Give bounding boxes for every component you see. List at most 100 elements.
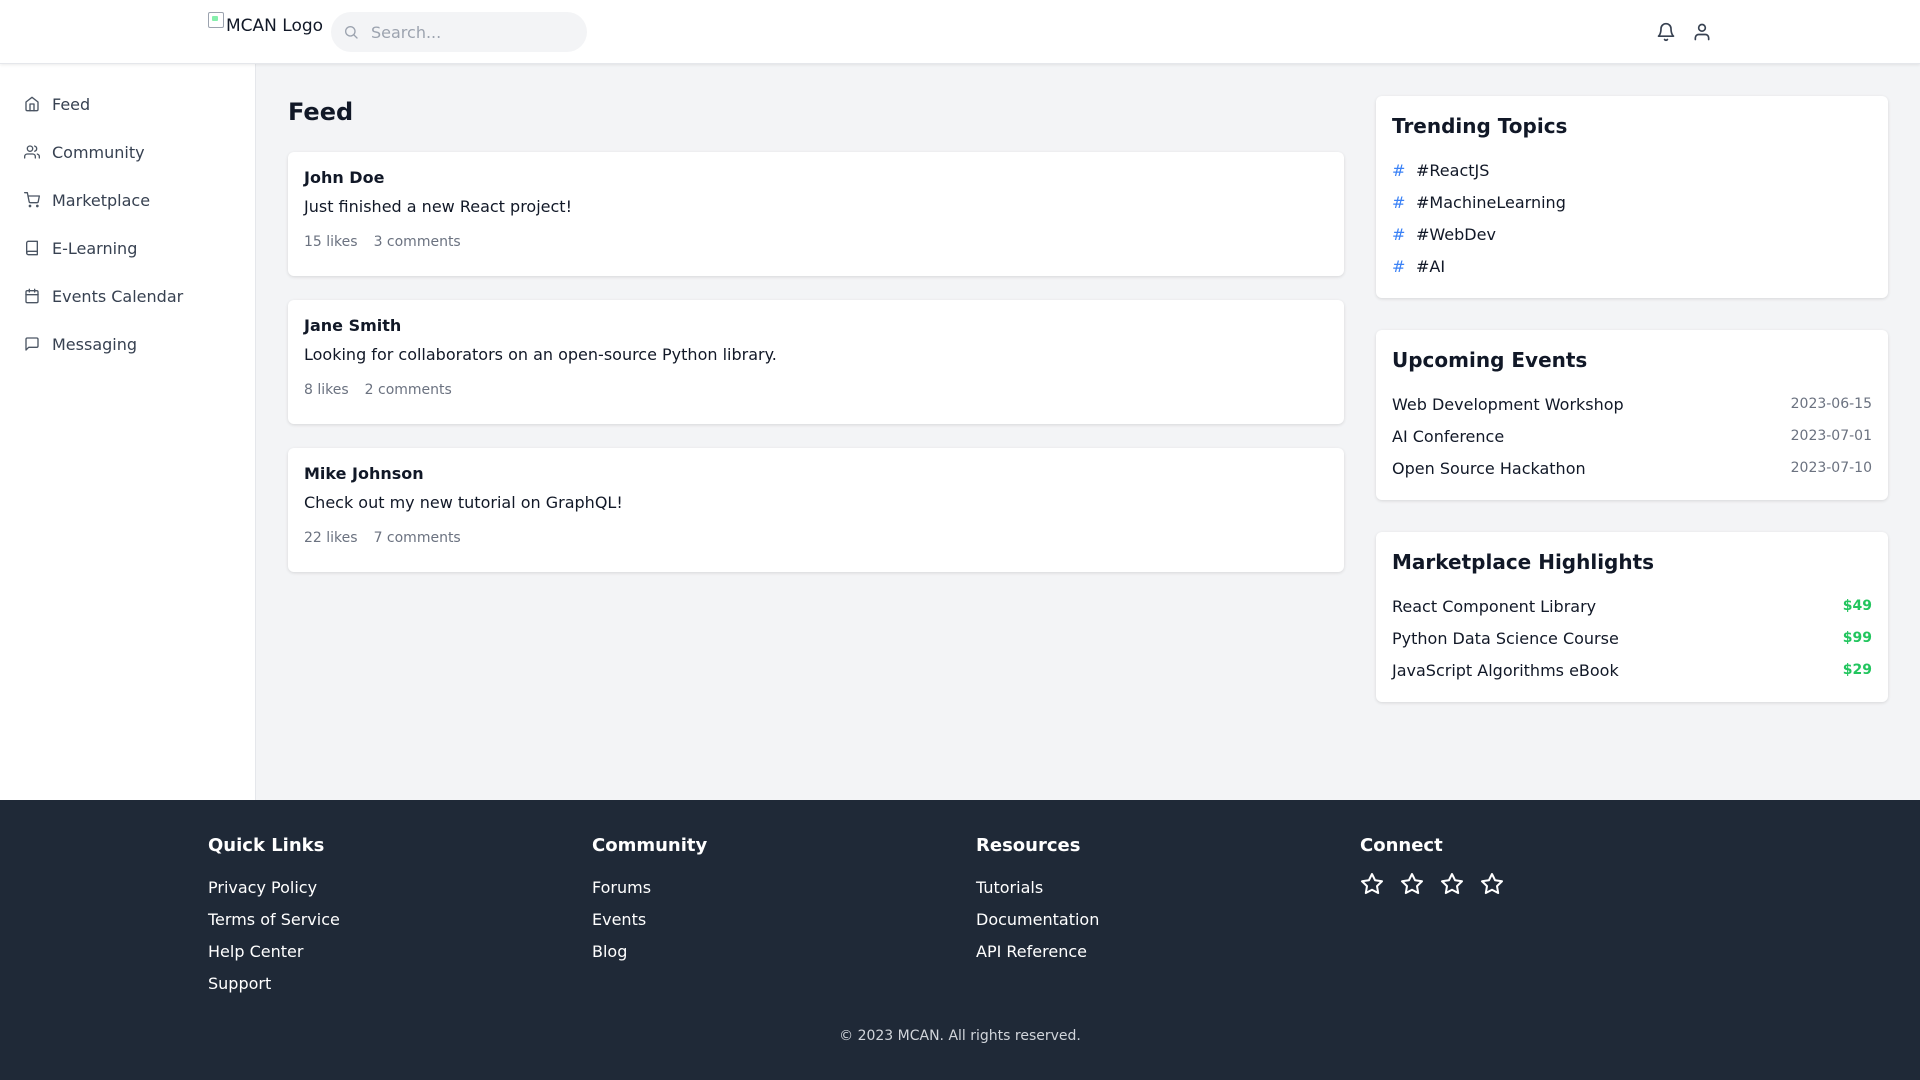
product-name: Python Data Science Course bbox=[1392, 628, 1619, 648]
product-price: $99 bbox=[1842, 630, 1872, 646]
search-bar[interactable] bbox=[331, 12, 587, 52]
post-card[interactable]: Mike Johnson Check out my new tutorial o… bbox=[288, 448, 1344, 572]
sidebar-item-marketplace[interactable]: Marketplace bbox=[0, 176, 255, 224]
star-icon[interactable] bbox=[1400, 872, 1424, 896]
post-text: Just finished a new React project! bbox=[304, 197, 572, 216]
cart-icon bbox=[24, 192, 40, 208]
post-card[interactable]: Jane Smith Looking for collaborators on … bbox=[288, 300, 1344, 424]
trending-topic[interactable]: # #AI bbox=[1392, 250, 1872, 282]
footer-link[interactable]: API Reference bbox=[976, 936, 1099, 968]
trending-topic[interactable]: # #MachineLearning bbox=[1392, 186, 1872, 218]
trending-topics-title: Trending Topics bbox=[1392, 114, 1568, 138]
footer-link[interactable]: Blog bbox=[592, 936, 707, 968]
footer-link[interactable]: Privacy Policy bbox=[208, 872, 340, 904]
post-likes[interactable]: 15 likes bbox=[304, 234, 358, 250]
post-comments[interactable]: 7 comments bbox=[374, 530, 461, 546]
post-likes[interactable]: 22 likes bbox=[304, 530, 358, 546]
event-name: Web Development Workshop bbox=[1392, 394, 1624, 414]
message-icon bbox=[25, 337, 39, 351]
post-text: Check out my new tutorial on GraphQL! bbox=[304, 493, 623, 512]
profile-button[interactable] bbox=[1690, 20, 1714, 44]
footer-link[interactable]: Forums bbox=[592, 872, 707, 904]
footer-column-title: Community bbox=[592, 835, 708, 856]
trending-topics-card: Trending Topics # #ReactJS # #MachineLearn… bbox=[1376, 96, 1888, 298]
post-meta: 15 likes 3 comments bbox=[304, 234, 1328, 250]
footer-column-title: Connect bbox=[1360, 835, 1443, 856]
post-meta: 22 likes 7 comments bbox=[304, 530, 1328, 546]
users-icon bbox=[24, 145, 40, 159]
logo[interactable]: MCAN Logo bbox=[208, 12, 324, 36]
search-icon bbox=[345, 26, 358, 39]
calendar-icon bbox=[25, 288, 39, 304]
copyright-text: © 2023 MCAN. All rights reserved. bbox=[839, 1028, 1081, 1044]
star-icon[interactable] bbox=[1360, 872, 1384, 896]
search-input[interactable] bbox=[371, 22, 571, 42]
footer-column-title: Quick Links bbox=[208, 835, 325, 856]
footer-link[interactable]: Events bbox=[592, 904, 707, 936]
logo-alt-text: MCAN Logo bbox=[226, 16, 324, 36]
sidebar-item-label: Messaging bbox=[52, 334, 138, 354]
post-likes[interactable]: 8 likes bbox=[304, 382, 349, 398]
page-title: Feed bbox=[288, 98, 354, 126]
event-item[interactable]: AI Conference 2023-07-01 bbox=[1392, 420, 1872, 452]
post-author[interactable]: John Doe bbox=[304, 168, 1328, 187]
star-icon[interactable] bbox=[1480, 872, 1504, 896]
star-icon[interactable] bbox=[1440, 872, 1464, 896]
post-text: Looking for collaborators on an open-sou… bbox=[304, 345, 777, 364]
event-name: AI Conference bbox=[1392, 426, 1505, 446]
hash-icon: # bbox=[1392, 160, 1406, 180]
footer-column-quick-links: Quick Links Privacy Policy Terms of Serv… bbox=[208, 834, 340, 1000]
post-comments[interactable]: 2 comments bbox=[365, 382, 452, 398]
sidebar-item-messaging[interactable]: Messaging bbox=[0, 320, 255, 368]
topic-label: #MachineLearning bbox=[1416, 192, 1566, 212]
footer-link[interactable]: Support bbox=[208, 968, 340, 1000]
sidebar-item-events-calendar[interactable]: Events Calendar bbox=[0, 272, 255, 320]
sidebar-item-label: E-Learning bbox=[52, 238, 138, 258]
marketplace-highlights-card: Marketplace Highlights React Component L… bbox=[1376, 532, 1888, 702]
product-item[interactable]: JavaScript Algorithms eBook $29 bbox=[1392, 654, 1872, 686]
sidebar-item-label: Marketplace bbox=[52, 190, 151, 210]
marketplace-highlights-title: Marketplace Highlights bbox=[1392, 550, 1655, 574]
trending-topic[interactable]: # #ReactJS bbox=[1392, 154, 1872, 186]
product-item[interactable]: Python Data Science Course $99 bbox=[1392, 622, 1872, 654]
hash-icon: # bbox=[1392, 224, 1406, 244]
top-header: MCAN Logo bbox=[0, 0, 1920, 64]
product-name: JavaScript Algorithms eBook bbox=[1392, 660, 1619, 680]
event-date: 2023-07-01 bbox=[1790, 428, 1872, 444]
trending-topic[interactable]: # #WebDev bbox=[1392, 218, 1872, 250]
topic-label: #WebDev bbox=[1416, 224, 1496, 244]
sidebar-item-label: Community bbox=[52, 142, 145, 162]
footer-link[interactable]: Tutorials bbox=[976, 872, 1099, 904]
event-item[interactable]: Open Source Hackathon 2023-07-10 bbox=[1392, 452, 1872, 484]
upcoming-events-card: Upcoming Events Web Development Workshop… bbox=[1376, 330, 1888, 500]
post-meta: 8 likes 2 comments bbox=[304, 382, 1328, 398]
event-item[interactable]: Web Development Workshop 2023-06-15 bbox=[1392, 388, 1872, 420]
bell-icon bbox=[1657, 22, 1675, 42]
sidebar-item-label: Events Calendar bbox=[52, 286, 184, 306]
post-author[interactable]: Mike Johnson bbox=[304, 464, 1328, 483]
sidebar: Feed Community Marketplace E-Learning Ev… bbox=[0, 64, 256, 800]
product-name: React Component Library bbox=[1392, 596, 1597, 616]
product-item[interactable]: React Component Library $49 bbox=[1392, 590, 1872, 622]
footer: Quick Links Privacy Policy Terms of Serv… bbox=[0, 800, 1920, 1080]
feed-section: Feed John Doe Just finished a new React … bbox=[288, 96, 1344, 596]
notifications-button[interactable] bbox=[1654, 20, 1678, 44]
footer-column-community: Community Forums Events Blog bbox=[592, 834, 707, 968]
hash-icon: # bbox=[1392, 192, 1406, 212]
post-comments[interactable]: 3 comments bbox=[374, 234, 461, 250]
upcoming-events-title: Upcoming Events bbox=[1392, 348, 1588, 372]
post-author[interactable]: Jane Smith bbox=[304, 316, 1328, 335]
sidebar-item-community[interactable]: Community bbox=[0, 128, 255, 176]
footer-link[interactable]: Help Center bbox=[208, 936, 340, 968]
sidebar-item-feed[interactable]: Feed bbox=[0, 80, 255, 128]
footer-link[interactable]: Documentation bbox=[976, 904, 1099, 936]
post-card[interactable]: John Doe Just finished a new React proje… bbox=[288, 152, 1344, 276]
event-name: Open Source Hackathon bbox=[1392, 458, 1586, 478]
book-icon bbox=[26, 240, 38, 256]
footer-column-title: Resources bbox=[976, 835, 1081, 856]
sidebar-item-label: Feed bbox=[52, 94, 91, 114]
right-panel: Trending Topics # #ReactJS # #MachineLearn… bbox=[1376, 96, 1888, 734]
footer-link[interactable]: Terms of Service bbox=[208, 904, 340, 936]
sidebar-item-elearning[interactable]: E-Learning bbox=[0, 224, 255, 272]
product-price: $49 bbox=[1842, 598, 1872, 614]
